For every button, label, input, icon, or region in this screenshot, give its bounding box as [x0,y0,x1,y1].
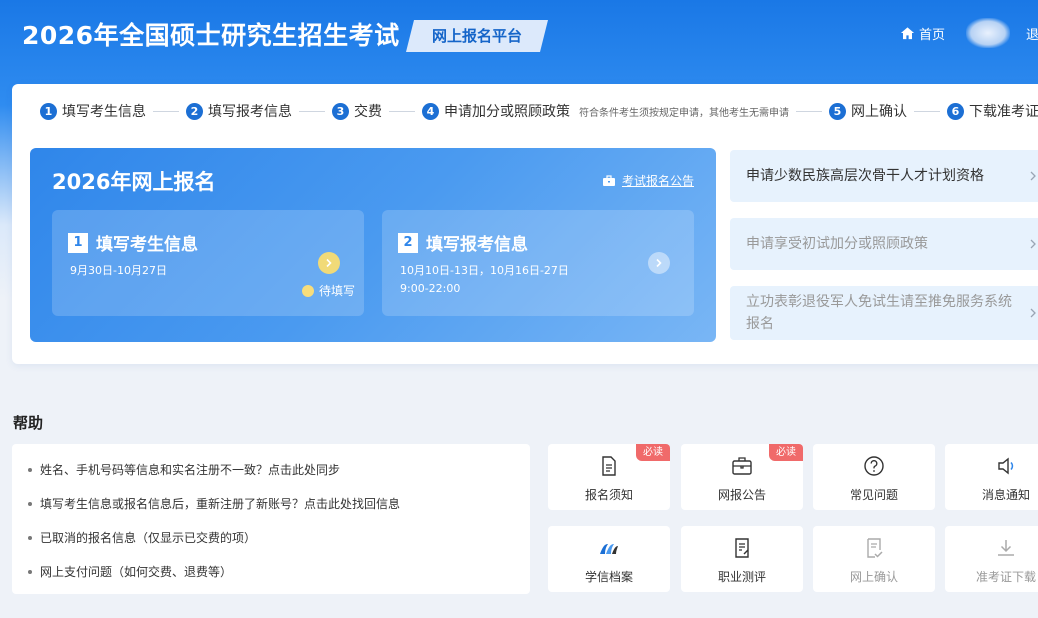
tile-admission-ticket-download[interactable]: 准考证下载 [945,526,1038,592]
logout-link[interactable]: 退 [1026,24,1038,43]
tile-online-announcement[interactable]: 网报公告 必读 [681,444,803,510]
registration-title: 2026年网上报名 [52,170,216,194]
step-4-note: 符合条件考生须按规定申请，其他考生无需申请 [579,107,789,119]
status-badge: 待填写 [302,282,355,299]
fill-application-info-card[interactable]: 2 填写报考信息 10月10日-13日，10月16日-27日 9:00-22:0… [382,210,694,316]
card-number: 1 [68,232,88,253]
top-bar: 2026年全国硕士研究生招生考试 网上报名平台 首页 退 [0,0,1038,72]
tile-notifications[interactable]: 消息通知 [945,444,1038,510]
card-dates: 10月10日-13日，10月16日-27日 9:00-22:00 [400,264,569,295]
card-title: 填写考生信息 [96,235,198,255]
briefcase-icon [602,174,615,186]
step-6: 6 下载准考证 [947,101,1038,121]
arrow-right-icon[interactable] [318,252,340,274]
policy-minority-talent[interactable]: 申请少数民族高层次骨干人才计划资格 [730,150,1038,202]
chevron-right-icon [1030,171,1036,181]
step-connector [299,110,325,112]
home-icon [900,27,915,40]
platform-label: 网上报名平台 [431,27,522,45]
question-icon [864,456,884,476]
briefcase-icon [732,457,752,475]
help-title: 帮助 [13,414,44,432]
registration-panel: 2026年网上报名 考试报名公告 1 填写考生信息 9月30日-10月27日 待… [30,148,716,342]
download-icon [998,540,1014,556]
card-number: 2 [398,232,418,253]
tile-registration-notice[interactable]: 报名须知 必读 [548,444,670,510]
tile-career-assessment[interactable]: 职业测评 [681,526,803,592]
chevron-right-icon [1030,308,1036,318]
help-item-recover[interactable]: 填写考生信息或报名信息后，重新注册了新账号？点击此处找回信息 [28,495,400,512]
step-3: 3 交费 [332,101,382,121]
step-progress: 1 填写考生信息 2 填写报考信息 3 交费 4 申请加分或照顾政策 符合条件考生须按规定… [40,94,1038,128]
help-item-sync[interactable]: 姓名、手机号码等信息和实名注册不一致？点击此处同步 [28,461,340,478]
document-icon [602,456,616,476]
fill-candidate-info-card[interactable]: 1 填写考生信息 9月30日-10月27日 待填写 [52,210,364,316]
confirm-icon [867,538,883,558]
step-4: 4 申请加分或照顾政策 符合条件考生须按规定申请，其他考生无需申请 [422,101,789,121]
help-item-payment[interactable]: 网上支付问题（如何交费、退费等） [28,563,232,580]
tile-faq[interactable]: 常见问题 [813,444,935,510]
step-2: 2 填写报考信息 [186,101,292,121]
tile-chsi-archive[interactable]: 学信档案 [548,526,670,592]
policy-veteran-exemption[interactable]: 立功表彰退役军人免试生请至推免服务系统报名 [730,286,1038,340]
main-card: 1 填写考生信息 2 填写报考信息 3 交费 4 申请加分或照顾政策 符合条件考生须按规定… [12,84,1038,364]
exam-announcement-link[interactable]: 考试报名公告 [602,172,694,189]
chevron-right-icon [1030,239,1036,249]
tile-online-confirmation[interactable]: 网上确认 [813,526,935,592]
step-connector [914,110,940,112]
step-connector [153,110,179,112]
card-dates: 9月30日-10月27日 [70,264,167,277]
home-label: 首页 [919,28,946,43]
policy-bonus-points[interactable]: 申请享受初试加分或照顾政策 [730,218,1038,270]
step-connector [796,110,822,112]
step-connector [389,110,415,112]
step-5: 5 网上确认 [829,101,907,121]
help-list: 姓名、手机号码等信息和实名注册不一致？点击此处同步 填写考生信息或报名信息后，重… [12,444,530,594]
chsi-logo-icon [600,544,618,554]
assessment-icon [735,538,749,558]
must-read-badge: 必读 [636,444,670,461]
card-title: 填写报考信息 [426,235,528,255]
platform-tag: 网上报名平台 [406,20,548,52]
must-read-badge: 必读 [769,444,803,461]
help-item-cancelled[interactable]: 已取消的报名信息（仅显示已交费的项） [28,529,256,546]
speaker-icon [998,457,1014,475]
step-1: 1 填写考生信息 [40,101,146,121]
site-title: 2026年全国硕士研究生招生考试 [22,21,400,50]
user-avatar[interactable] [966,18,1010,48]
home-link[interactable]: 首页 [900,24,945,43]
pending-dot-icon [302,284,314,297]
arrow-right-icon[interactable] [648,252,670,274]
